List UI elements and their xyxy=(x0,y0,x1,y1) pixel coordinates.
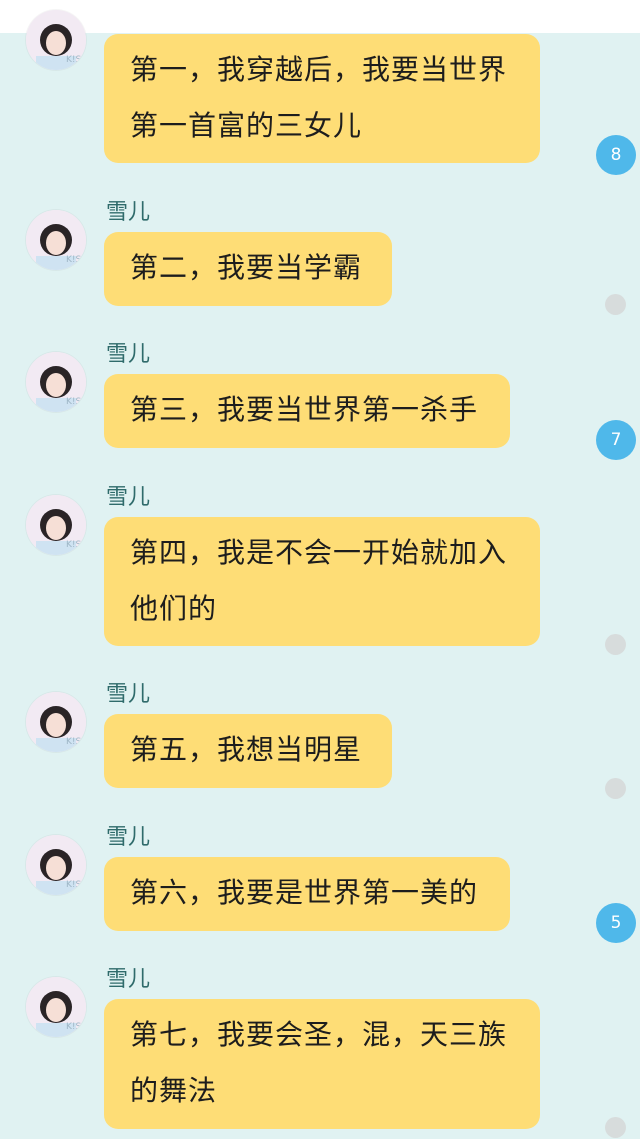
avatar[interactable]: K!S xyxy=(26,692,86,752)
svg-text:K!S: K!S xyxy=(66,737,82,747)
unread-badge[interactable]: 5 xyxy=(596,903,636,943)
message-bubble[interactable]: 第三，我要当世界第一杀手 xyxy=(104,374,510,448)
message-bubble[interactable]: 第六，我要是世界第一美的 xyxy=(104,857,510,931)
top-bar xyxy=(0,0,640,33)
message-bubble[interactable]: 第一，我穿越后，我要当世界第一首富的三女儿 xyxy=(104,34,540,163)
avatar[interactable]: K!S xyxy=(26,352,86,412)
read-indicator-dot xyxy=(605,294,626,315)
unread-badge[interactable]: 8 xyxy=(596,135,636,175)
avatar[interactable]: K!S xyxy=(26,210,86,270)
read-indicator-dot xyxy=(605,1117,626,1138)
avatar[interactable]: K!S xyxy=(26,977,86,1037)
svg-text:K!S: K!S xyxy=(66,1022,82,1032)
sender-name: 雪儿 xyxy=(106,342,151,367)
message-bubble[interactable]: 第七，我要会圣，混，天三族的舞法 xyxy=(104,999,540,1129)
unread-badge[interactable]: 7 xyxy=(596,420,636,460)
message-bubble[interactable]: 第五，我想当明星 xyxy=(104,714,392,788)
avatar[interactable]: K!S xyxy=(26,495,86,555)
svg-text:K!S: K!S xyxy=(66,255,82,265)
avatar[interactable]: K!S xyxy=(26,835,86,895)
sender-name: 雪儿 xyxy=(106,967,151,992)
sender-name: 雪儿 xyxy=(106,485,151,510)
read-indicator-dot xyxy=(605,634,626,655)
svg-text:K!S: K!S xyxy=(66,880,82,890)
svg-text:K!S: K!S xyxy=(66,540,82,550)
read-indicator-dot xyxy=(605,778,626,799)
message-bubble[interactable]: 第二，我要当学霸 xyxy=(104,232,392,306)
svg-text:K!S: K!S xyxy=(66,397,82,407)
svg-text:K!S: K!S xyxy=(66,55,82,65)
sender-name: 雪儿 xyxy=(106,825,151,850)
sender-name: 雪儿 xyxy=(106,682,151,707)
sender-name: 雪儿 xyxy=(106,200,151,225)
avatar[interactable]: K!S xyxy=(26,10,86,70)
message-bubble[interactable]: 第四，我是不会一开始就加入他们的 xyxy=(104,517,540,646)
